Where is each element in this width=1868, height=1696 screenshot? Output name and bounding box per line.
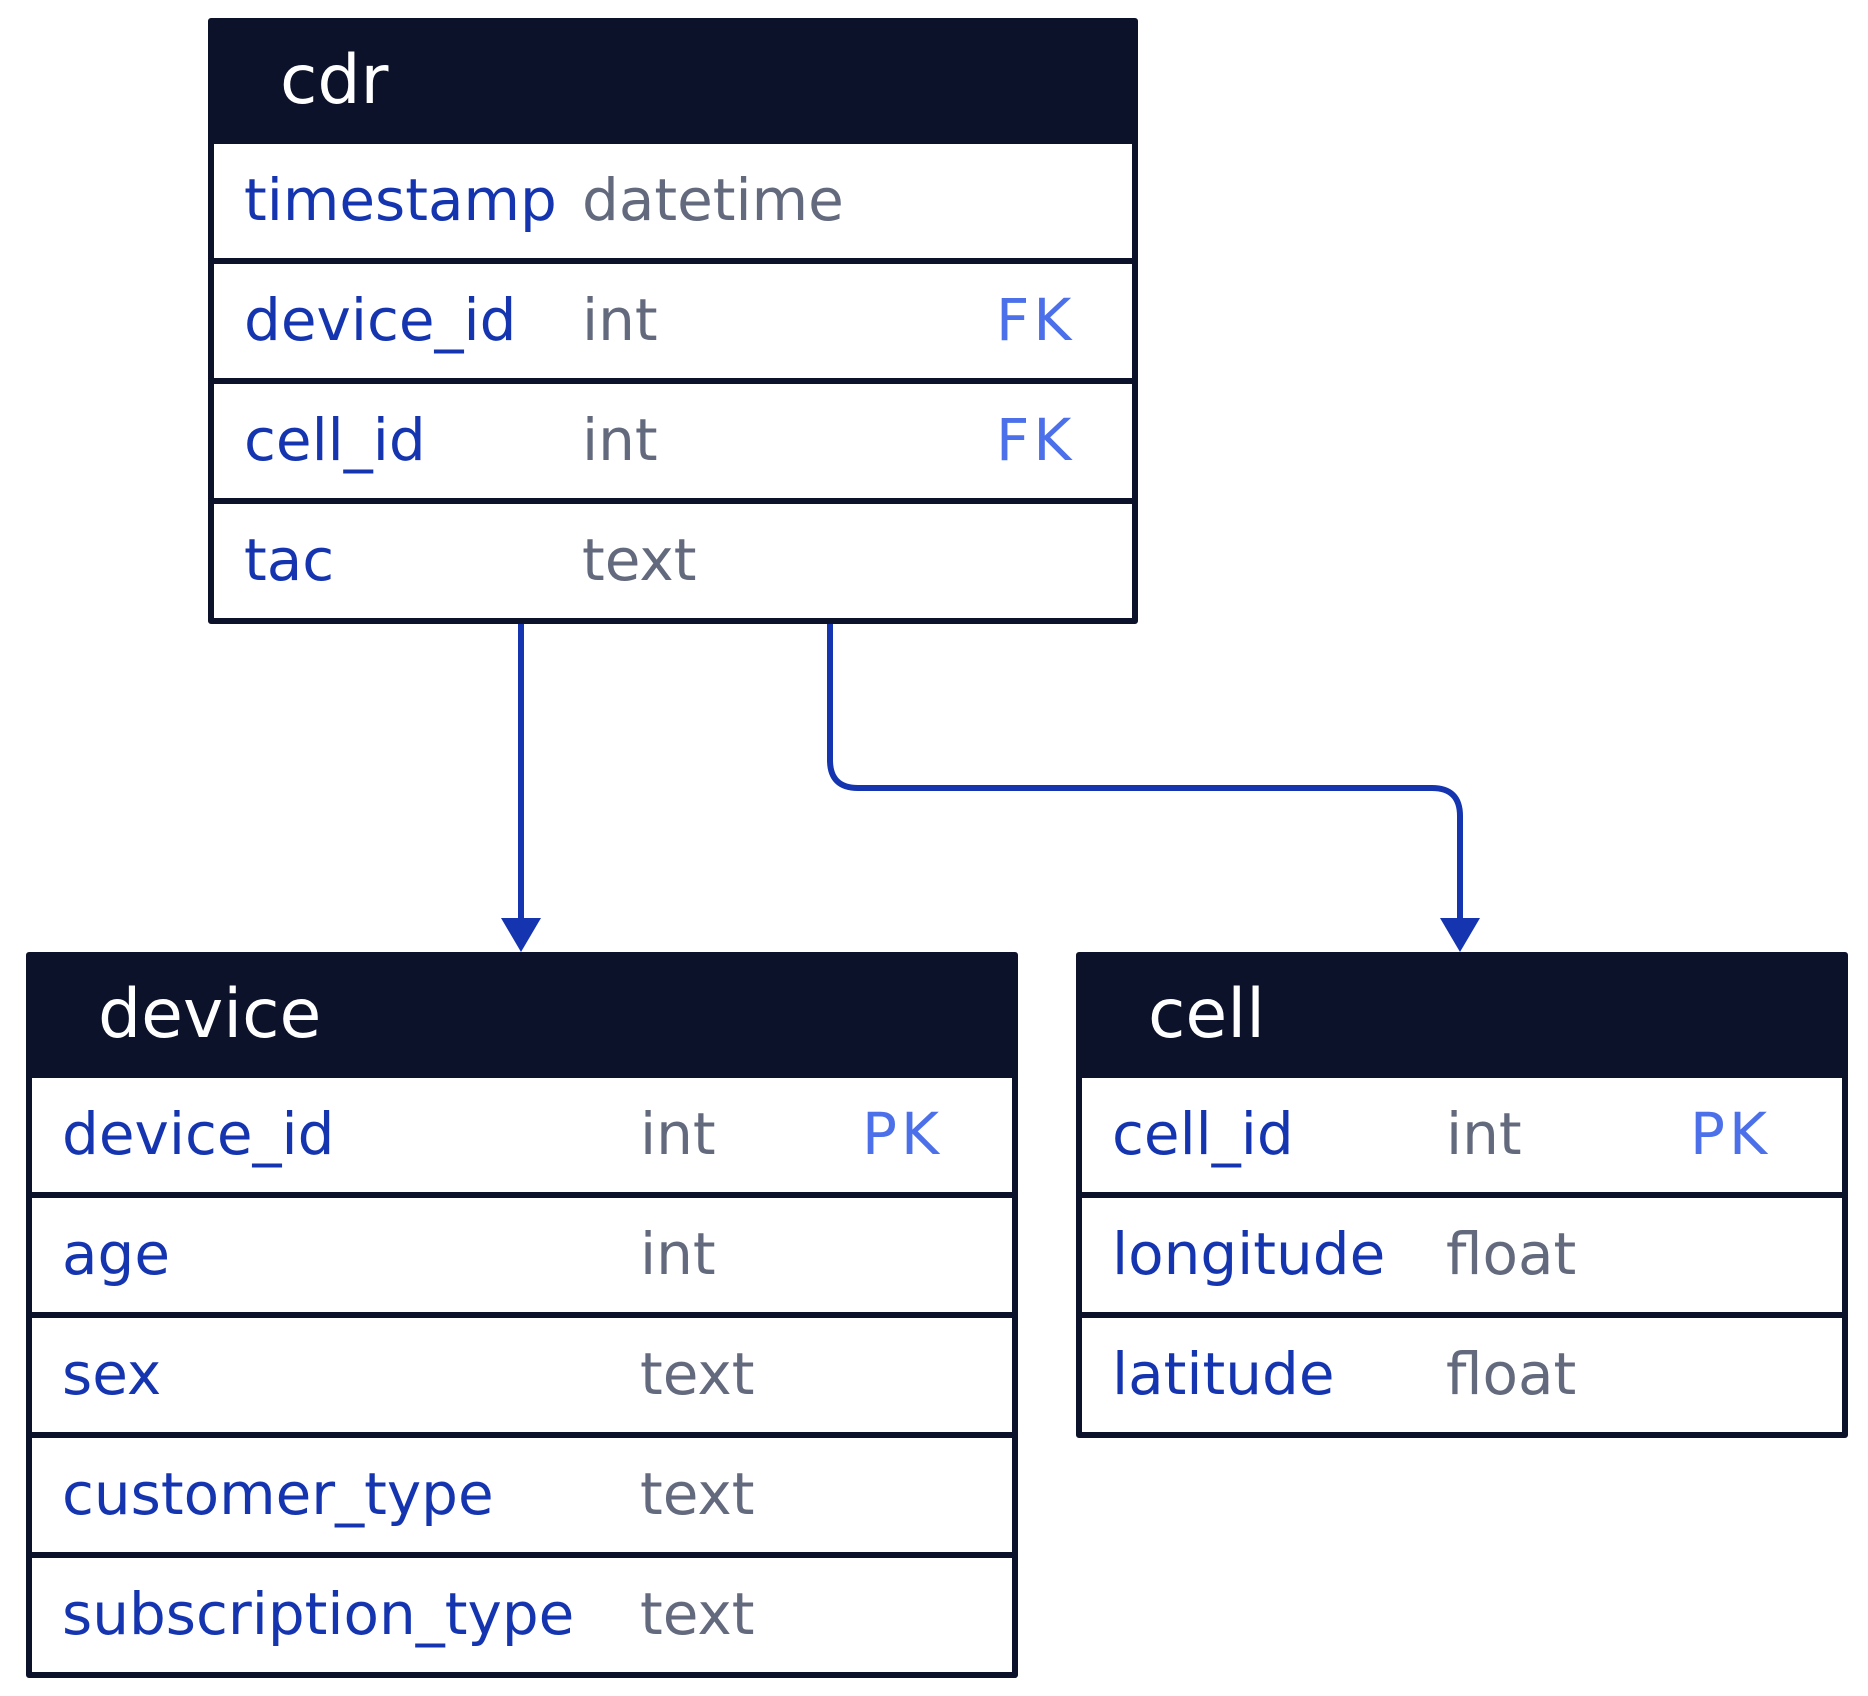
field-row[interactable]: cell_id int FK	[214, 378, 1132, 498]
field-type: text	[640, 1460, 755, 1528]
field-type: text	[582, 526, 697, 594]
field-name: sex	[62, 1340, 162, 1408]
field-row[interactable]: customer_type text	[32, 1432, 1012, 1552]
field-type: datetime	[582, 166, 844, 234]
table-title: cdr	[214, 24, 1132, 138]
key-badge: FK	[996, 286, 1076, 354]
field-row[interactable]: latitude float	[1082, 1312, 1842, 1432]
field-row[interactable]: subscription_type text	[32, 1552, 1012, 1672]
field-type: float	[1446, 1220, 1577, 1288]
field-row[interactable]: longitude float	[1082, 1192, 1842, 1312]
field-name: longitude	[1112, 1220, 1386, 1288]
field-type: int	[582, 286, 658, 354]
field-name: timestamp	[244, 166, 557, 234]
field-row[interactable]: device_id int PK	[32, 1072, 1012, 1192]
table-title: device	[32, 958, 1012, 1072]
field-name: latitude	[1112, 1340, 1335, 1408]
table-title: cell	[1082, 958, 1842, 1072]
key-badge: FK	[996, 406, 1076, 474]
field-type: int	[640, 1100, 716, 1168]
field-row[interactable]: device_id int FK	[214, 258, 1132, 378]
field-type: int	[1446, 1100, 1522, 1168]
field-name: tac	[244, 526, 335, 594]
field-row[interactable]: cell_id int PK	[1082, 1072, 1842, 1192]
field-name: subscription_type	[62, 1580, 575, 1648]
connector-cdr-to-cell	[827, 624, 1463, 922]
field-name: cell_id	[1112, 1100, 1294, 1168]
field-name: device_id	[62, 1100, 335, 1168]
field-row[interactable]: age int	[32, 1192, 1012, 1312]
field-type: text	[640, 1340, 755, 1408]
field-name: age	[62, 1220, 171, 1288]
field-name: device_id	[244, 286, 517, 354]
arrowhead-device	[501, 918, 541, 952]
field-type: float	[1446, 1340, 1577, 1408]
field-type: int	[640, 1220, 716, 1288]
key-badge: PK	[862, 1100, 944, 1168]
key-badge: PK	[1690, 1100, 1772, 1168]
field-type: int	[582, 406, 658, 474]
field-row[interactable]: timestamp datetime	[214, 138, 1132, 258]
arrowhead-cell	[1440, 918, 1480, 952]
field-name: cell_id	[244, 406, 426, 474]
table-cell[interactable]: cell cell_id int PK longitude float lati…	[1076, 952, 1848, 1438]
table-cdr[interactable]: cdr timestamp datetime device_id int FK …	[208, 18, 1138, 624]
table-device[interactable]: device device_id int PK age int sex text…	[26, 952, 1018, 1678]
field-type: text	[640, 1580, 755, 1648]
field-name: customer_type	[62, 1460, 494, 1528]
field-row[interactable]: sex text	[32, 1312, 1012, 1432]
field-row[interactable]: tac text	[214, 498, 1132, 618]
